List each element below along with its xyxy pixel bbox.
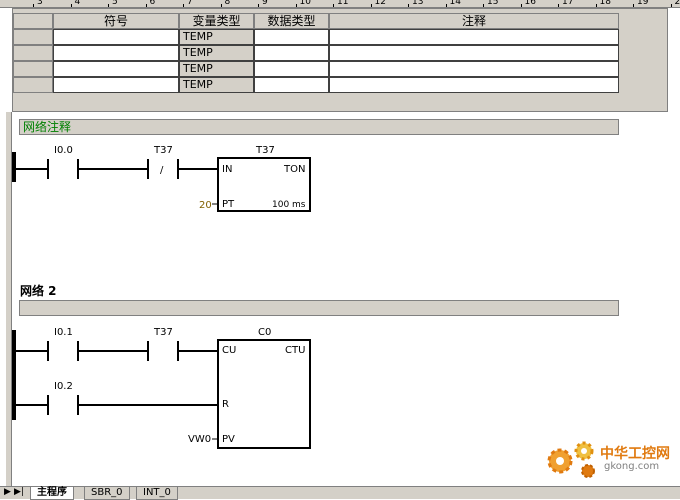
ladder-diagram: I0.0 / T37 T37 IN TON PT 100 ms 20 I0.1 … [0,0,680,499]
watermark-url: gkong.com [604,461,659,472]
gear-logo-icon [540,435,600,485]
counter-name: C0 [258,327,271,338]
tab-nav-icon[interactable]: ▶ [4,487,11,497]
contact-i0-1-label: I0.1 [54,327,73,338]
network-2-comment[interactable] [19,300,619,316]
watermark-text: 中华工控网 [600,443,670,463]
tab-int0[interactable]: INT_0 [136,487,178,500]
tab-nav-end-icon[interactable]: ▶| [14,487,24,497]
timer-in-pin: IN [222,164,232,175]
contact-i0-2[interactable] [48,395,78,415]
counter-r-pin: R [222,399,229,410]
timer-pt-pin: PT [222,199,235,210]
contact-i0-1[interactable] [48,341,78,361]
contact-i0-2-label: I0.2 [54,381,73,392]
timer-pt-value: 20 [199,200,212,211]
contact-i0-0[interactable] [48,159,78,179]
timer-type: TON [283,164,305,175]
contact-t37-no-label: T37 [153,327,173,338]
timer-name: T37 [255,145,275,156]
timer-base: 100 ms [272,200,306,210]
network-2-title: 网络 2 [20,282,57,299]
contact-t37-no[interactable] [148,341,178,361]
counter-type: CTU [285,345,305,356]
contact-t37-label: T37 [153,145,173,156]
counter-cu-pin: CU [222,345,236,356]
watermark: 中华工控网 gkong.com [540,435,675,485]
ctu-counter-block[interactable] [218,340,310,448]
tab-sbr0[interactable]: SBR_0 [84,487,130,500]
program-tabs: ▶ ▶| 主程序 SBR_0 INT_0 [0,486,680,499]
counter-pv-value: VW0 [188,434,211,445]
contact-i0-0-label: I0.0 [54,145,73,156]
tab-main[interactable]: 主程序 [30,487,74,500]
contact-not-symbol: / [160,165,164,176]
counter-pv-pin: PV [222,434,235,445]
power-rail-2 [12,330,16,420]
